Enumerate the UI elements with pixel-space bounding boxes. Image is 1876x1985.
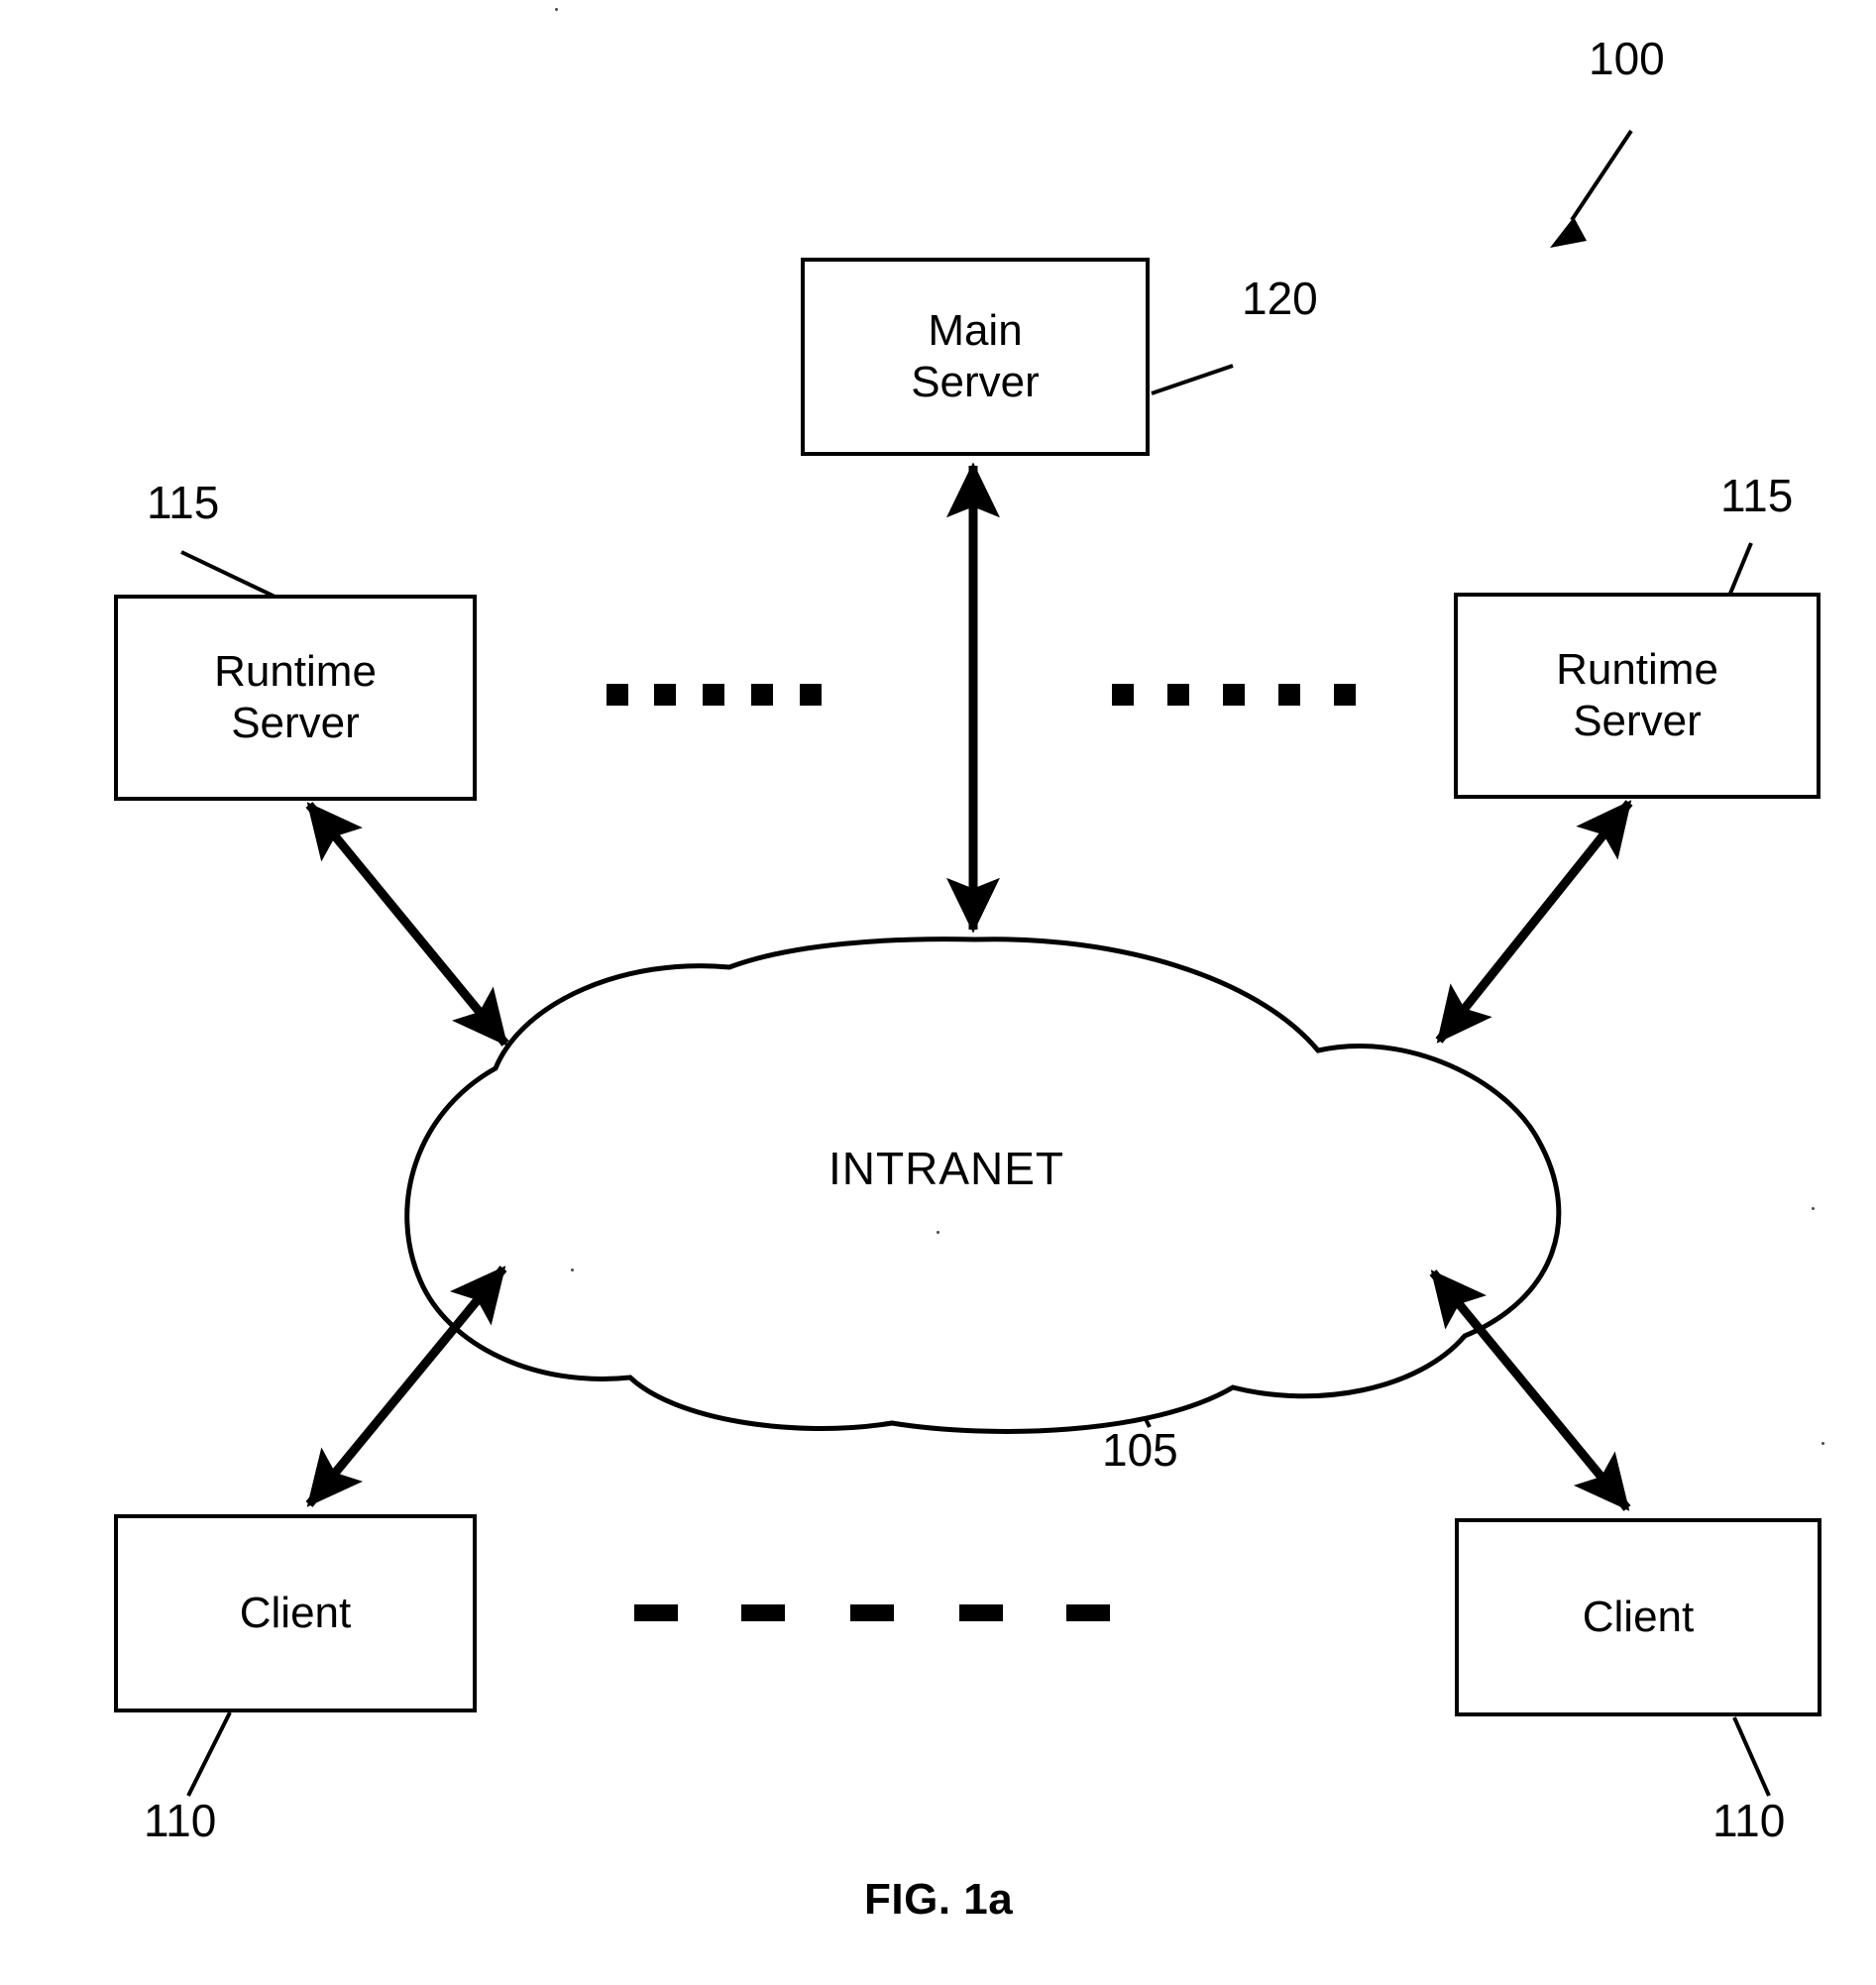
ref-number-100: 100: [1589, 33, 1665, 84]
arrow-client-left-intranet: [305, 1266, 507, 1507]
leader-line-client-left: [186, 1711, 232, 1797]
arrow-runtime-server-right-intranet: [1435, 800, 1633, 1044]
node-runtime-server-left[interactable]: Runtime Server: [114, 595, 477, 801]
patent-figure-page: 100 Main Server 120 Runtime Server 115 R…: [0, 0, 1876, 1985]
ellipsis-runtime-left: [607, 684, 822, 706]
node-runtime-server-left-label: Runtime Server: [214, 647, 377, 747]
leader-line-main-server: [1151, 364, 1234, 395]
ref-number-110-left: 110: [144, 1795, 217, 1846]
node-client-left[interactable]: Client: [114, 1514, 477, 1712]
node-client-left-label: Client: [239, 1589, 352, 1638]
leader-line-client-right: [1732, 1716, 1771, 1797]
node-client-right[interactable]: Client: [1455, 1518, 1821, 1716]
ref-number-115-left: 115: [147, 477, 220, 528]
ellipsis-runtime-right: [1112, 684, 1356, 706]
node-client-right-label: Client: [1582, 1593, 1695, 1642]
arrow-runtime-server-left-intranet: [305, 802, 509, 1047]
arrow-client-right-intranet: [1429, 1269, 1631, 1511]
node-runtime-server-right[interactable]: Runtime Server: [1454, 593, 1821, 799]
intranet-label: INTRANET: [828, 1143, 1064, 1194]
scan-speck: [555, 8, 558, 11]
node-main-server-label: Main Server: [911, 306, 1040, 406]
ref-number-120: 120: [1242, 273, 1318, 324]
node-main-server[interactable]: Main Server: [801, 258, 1150, 456]
ref-number-105: 105: [1102, 1424, 1178, 1476]
figure-caption: FIG. 1a: [864, 1875, 1014, 1924]
scan-speck: [571, 1268, 574, 1271]
scan-speck: [937, 1231, 939, 1234]
ref-number-115-right: 115: [1720, 470, 1794, 521]
ellipsis-clients: [634, 1604, 1110, 1621]
ref-number-110-right: 110: [1712, 1795, 1786, 1846]
scan-speck: [1812, 1207, 1815, 1210]
system-ref-leader: [1550, 129, 1633, 248]
scan-speck: [1821, 1442, 1824, 1445]
node-runtime-server-right-label: Runtime Server: [1556, 645, 1718, 745]
